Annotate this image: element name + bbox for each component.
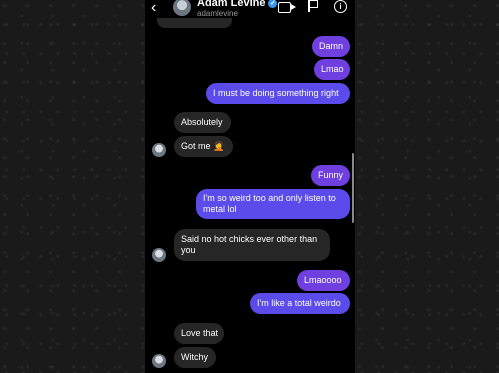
background-right-texture [355, 0, 499, 373]
avatar[interactable] [152, 248, 166, 262]
message-bubble[interactable]: Love that [174, 323, 224, 344]
chat-screen: ‹ Adam Levine ✓ adamlevine i Damn Lmao I … [145, 0, 355, 373]
contact-name[interactable]: Adam Levine ✓ [197, 0, 278, 9]
message-bubble[interactable]: Said no hot chicks ever other than you [174, 229, 330, 261]
info-icon[interactable]: i [334, 0, 347, 13]
verified-badge-icon: ✓ [268, 0, 278, 8]
message-bubble[interactable]: Got me 🤦 [174, 136, 233, 157]
video-call-icon[interactable] [278, 2, 296, 13]
avatar[interactable] [152, 354, 166, 368]
message-bubble[interactable]: Funny [311, 165, 350, 186]
message-bubble[interactable]: I'm so weird too and only listen to meta… [196, 189, 350, 219]
message-line: Said no hot chicks ever other than [181, 234, 318, 244]
previous-message-edge [157, 18, 232, 28]
message-bubble[interactable]: I'm like a total weirdo [250, 293, 350, 314]
flag-icon[interactable] [308, 0, 318, 12]
contact-handle: adamlevine [197, 9, 238, 18]
message-bubble[interactable]: I must be doing something right [206, 83, 350, 104]
message-bubble[interactable]: Witchy [174, 347, 216, 368]
scrollbar[interactable] [352, 153, 354, 223]
message-bubble[interactable]: Absolutely [174, 112, 231, 133]
message-bubble[interactable]: Damn [312, 36, 350, 57]
message-line: you [181, 245, 196, 255]
avatar[interactable] [173, 0, 191, 16]
message-bubble[interactable]: Lmaoooo [297, 270, 350, 291]
message-line: I'm so weird too and only listen to [203, 193, 336, 203]
message-line: metal lol [203, 204, 237, 214]
message-bubble[interactable]: Lmao [314, 59, 350, 80]
back-chevron-icon[interactable]: ‹ [151, 0, 156, 16]
background-left-texture [0, 0, 145, 373]
avatar[interactable] [152, 143, 166, 157]
